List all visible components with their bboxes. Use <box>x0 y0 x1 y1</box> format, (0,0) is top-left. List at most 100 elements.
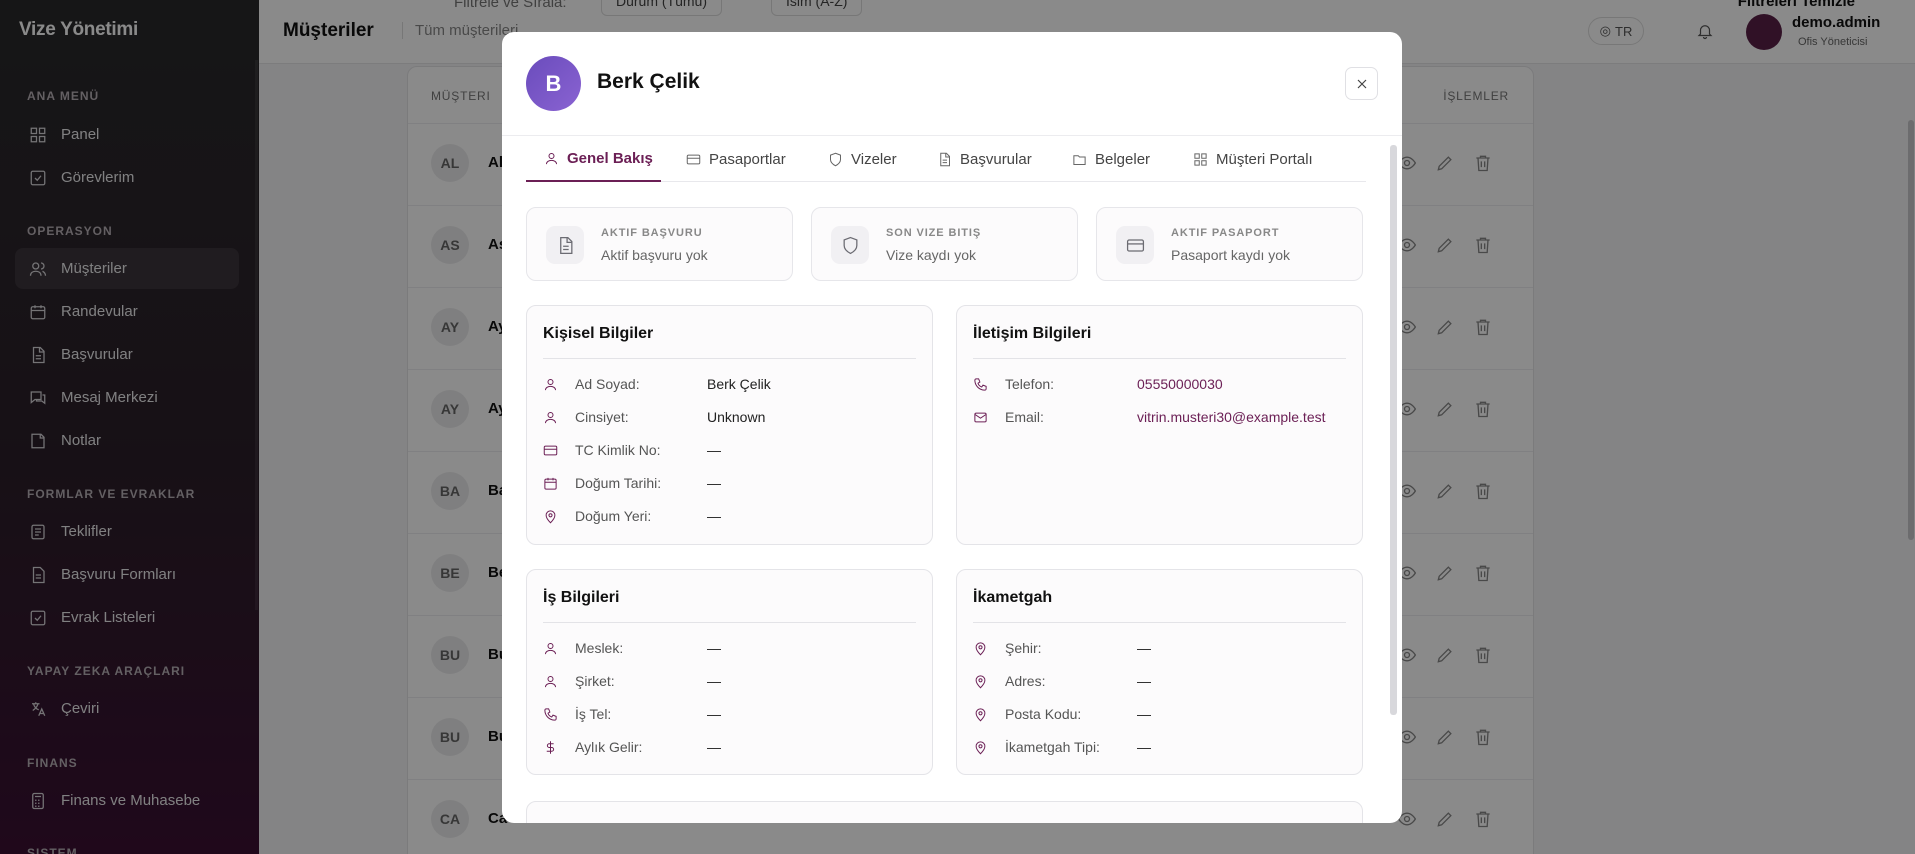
customer-detail-modal: B Berk Çelik Genel Bakış Pasaportlar Viz… <box>502 32 1402 823</box>
file-icon <box>546 226 584 264</box>
residence-info-card: İkametgah Şehir: — Adres: — Posta Kodu: … <box>956 569 1363 775</box>
field-label: İş Tel: <box>575 706 612 722</box>
tab-label: Müşteri Portalı <box>1216 150 1313 168</box>
stat-card-active-passport: AKTIF PASAPORT Pasaport kaydı yok <box>1096 207 1363 281</box>
field-value: — <box>1137 739 1151 755</box>
field-label: Cinsiyet: <box>575 409 629 425</box>
tab-musteri-portali[interactable]: Müşteri Portalı <box>1193 136 1313 182</box>
field-monthly-income: Aylık Gelir: — <box>543 737 721 757</box>
field-label: Aylık Gelir: <box>575 739 643 755</box>
grid-icon <box>1194 152 1207 166</box>
personal-info-card: Kişisel Bilgiler Ad Soyad: Berk Çelik Ci… <box>526 305 933 545</box>
card-icon <box>686 154 701 164</box>
folder-icon <box>1073 154 1086 165</box>
field-label: Doğum Tarihi: <box>575 475 662 491</box>
stat-value: Aktif başvuru yok <box>601 247 708 263</box>
divider <box>543 622 916 623</box>
tab-label: Belgeler <box>1095 150 1151 168</box>
field-value: — <box>707 673 721 689</box>
user-icon <box>546 152 557 164</box>
field-address: Adres: — <box>973 671 1151 691</box>
field-label: Adres: <box>1005 673 1046 689</box>
card-title: İş Bilgileri <box>543 589 620 606</box>
divider <box>543 358 916 359</box>
contact-info-card: İletişim Bilgileri Telefon: 05550000030 … <box>956 305 1363 545</box>
pin-icon <box>975 674 986 688</box>
user-icon <box>545 675 556 687</box>
field-label: Meslek: <box>575 640 624 656</box>
field-value: — <box>1137 640 1151 656</box>
customer-name-heading: Berk Çelik <box>597 70 700 93</box>
divider <box>973 358 1346 359</box>
tab-basvurular[interactable]: Başvurular <box>937 136 1032 182</box>
field-value: Berk Çelik <box>707 376 771 392</box>
field-value: — <box>707 739 721 755</box>
field-value: — <box>707 706 721 722</box>
field-value[interactable]: 05550000030 <box>1137 376 1223 392</box>
field-label: TC Kimlik No: <box>575 442 661 458</box>
field-tc-id: TC Kimlik No: — <box>543 440 721 460</box>
file-icon <box>940 152 950 166</box>
card-icon <box>543 445 558 455</box>
field-company: Şirket: — <box>543 671 721 691</box>
pin-icon <box>545 509 556 523</box>
calendar-icon <box>544 477 557 490</box>
field-email: Email: vitrin.musteri30@example.test <box>973 407 1326 427</box>
field-value[interactable]: vitrin.musteri30@example.test <box>1137 409 1326 425</box>
work-info-card: İş Bilgileri Meslek: — Şirket: — İş Tel:… <box>526 569 933 775</box>
field-label: Email: <box>1005 409 1044 425</box>
field-value: — <box>707 442 721 458</box>
pin-icon <box>975 641 986 655</box>
stat-label: AKTIF BAŞVURU <box>601 227 703 239</box>
field-value: — <box>707 640 721 656</box>
tab-vizeler[interactable]: Vizeler <box>828 136 897 182</box>
modal-scrollbar[interactable] <box>1390 145 1397 715</box>
stat-label: AKTIF PASAPORT <box>1171 227 1280 239</box>
field-postal-code: Posta Kodu: — <box>973 704 1151 724</box>
field-label: Doğum Yeri: <box>575 508 652 524</box>
field-residence-type: İkametgah Tipi: — <box>973 737 1151 757</box>
user-icon <box>545 411 556 423</box>
tab-pasaportlar[interactable]: Pasaportlar <box>686 136 786 182</box>
field-label: Posta Kodu: <box>1005 706 1082 722</box>
field-value: — <box>1137 706 1151 722</box>
shield-icon <box>830 152 841 166</box>
field-label: Şehir: <box>1005 640 1042 656</box>
field-phone: Telefon: 05550000030 <box>973 374 1223 394</box>
user-icon <box>545 642 556 654</box>
field-birth-place: Doğum Yeri: — <box>543 506 721 526</box>
phone-icon <box>974 377 987 391</box>
tab-label: Başvurular <box>960 150 1032 168</box>
card-title: Kişisel Bilgiler <box>543 325 654 342</box>
field-work-phone: İş Tel: — <box>543 704 721 724</box>
mail-icon <box>974 412 987 422</box>
user-icon <box>545 378 556 390</box>
shield-icon <box>831 226 869 264</box>
tab-belgeler[interactable]: Belgeler <box>1072 136 1150 182</box>
field-value: — <box>1137 673 1151 689</box>
field-value: — <box>707 475 721 491</box>
tab-label: Vizeler <box>851 150 897 168</box>
tab-label: Pasaportlar <box>709 150 786 168</box>
phone-icon <box>544 707 557 721</box>
stat-card-active-application: AKTIF BAŞVURU Aktif başvuru yok <box>526 207 793 281</box>
field-birth-date: Doğum Tarihi: — <box>543 473 721 493</box>
card-title: İletişim Bilgileri <box>973 325 1092 342</box>
field-occupation: Meslek: — <box>543 638 721 658</box>
field-value: — <box>707 508 721 524</box>
card-title: İkametgah <box>973 589 1053 606</box>
field-city: Şehir: — <box>973 638 1151 658</box>
field-label: Ad Soyad: <box>575 376 640 392</box>
close-button[interactable] <box>1345 67 1378 100</box>
pin-icon <box>975 707 986 721</box>
field-label: İkametgah Tipi: <box>1005 739 1100 755</box>
tab-genel-bakis[interactable]: Genel Bakış <box>526 136 661 182</box>
pin-icon <box>975 740 986 754</box>
next-section-card <box>526 801 1363 823</box>
field-label: Telefon: <box>1005 376 1055 392</box>
dollar-icon <box>546 740 555 754</box>
field-full-name: Ad Soyad: Berk Çelik <box>543 374 771 394</box>
stat-label: SON VIZE BITIŞ <box>886 227 982 239</box>
stat-card-last-visa: SON VIZE BITIŞ Vize kaydı yok <box>811 207 1078 281</box>
stat-value: Vize kaydı yok <box>886 247 977 263</box>
